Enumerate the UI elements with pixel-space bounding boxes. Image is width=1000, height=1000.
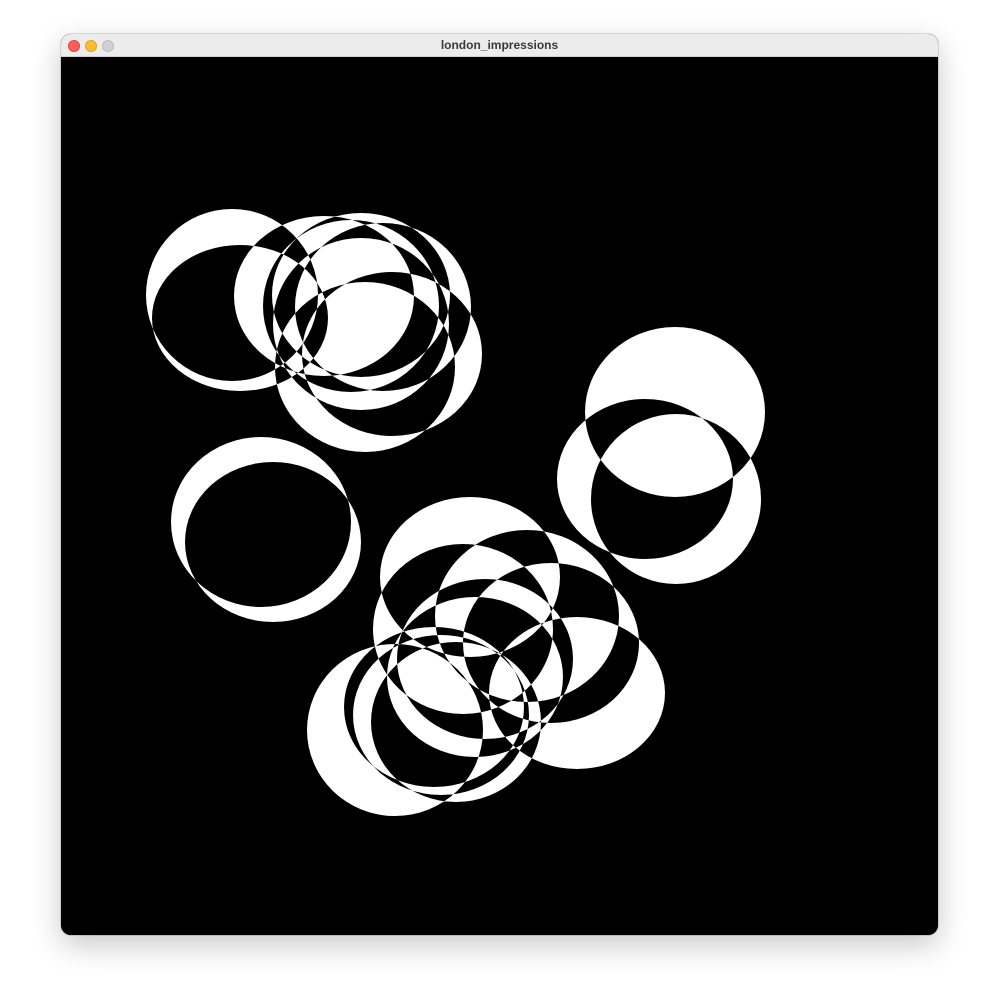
sketch-canvas[interactable]: [61, 57, 938, 935]
app-window: london_impressions: [61, 34, 938, 935]
sketch-drawing: [61, 57, 938, 935]
window-title: london_impressions: [440, 38, 559, 52]
title-bar[interactable]: london_impressions: [61, 34, 938, 57]
